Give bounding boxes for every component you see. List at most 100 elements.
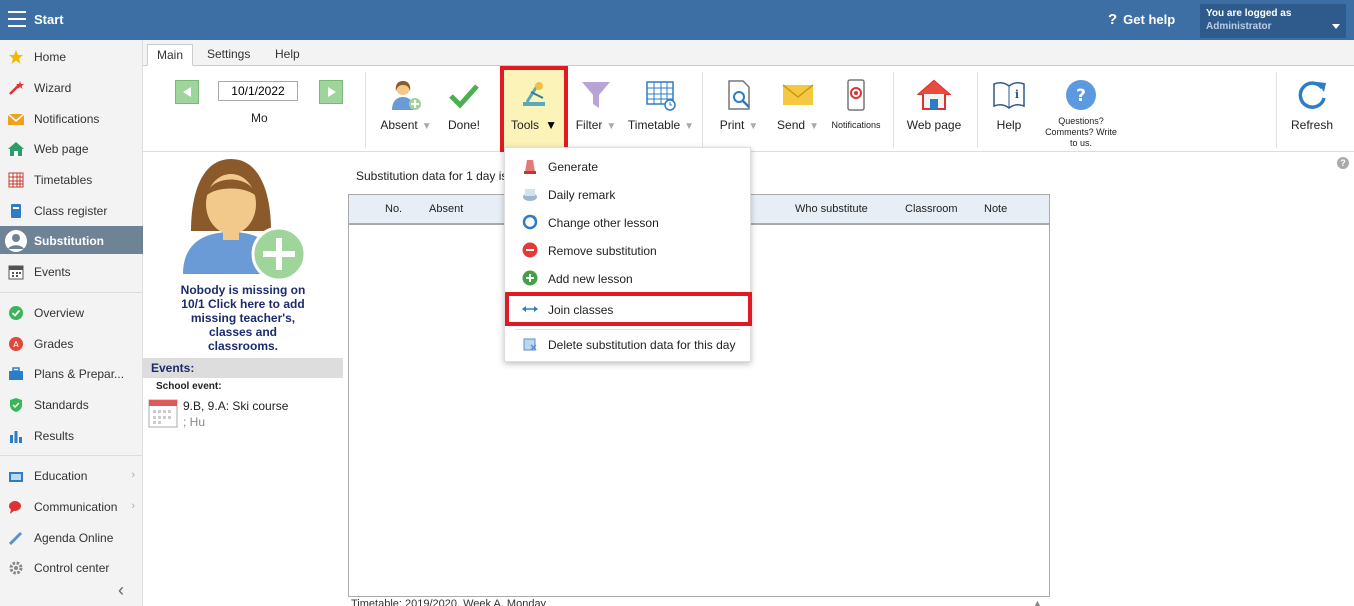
question-circle-icon: ? <box>1066 80 1096 110</box>
sidebar-item-events[interactable]: Events <box>0 257 143 285</box>
menu-item-delete-substitution-data[interactable]: Delete substitution data for this day <box>505 330 750 358</box>
get-help-label: Get help <box>1123 12 1176 27</box>
sidebar-item-wizard[interactable]: Wizard <box>0 73 143 101</box>
login-dropdown[interactable]: You are logged as Administrator <box>1200 4 1346 38</box>
print-preview-icon <box>728 80 750 110</box>
caret-down-icon <box>1332 24 1340 29</box>
column-header-note[interactable]: Note <box>984 203 1007 215</box>
date-input[interactable] <box>218 81 298 101</box>
remark-icon <box>523 189 537 201</box>
help-book-icon: i <box>993 81 1025 109</box>
sidebar-item-control-center[interactable]: Control center <box>0 553 143 581</box>
ribbon-toolbar: Mo Absent▼ Done! Tools▼ Filter▼ Timetabl… <box>143 66 1354 152</box>
menu-item-change-other-lesson[interactable]: Change other lesson <box>505 208 750 236</box>
tab-help[interactable]: Help <box>266 44 309 66</box>
hamburger-menu-icon[interactable] <box>8 11 26 27</box>
plus-circle-icon <box>522 270 538 286</box>
menu-item-label: Add new lesson <box>548 272 633 286</box>
add-missing-link[interactable]: Nobody is missing on 10/1 Click here to … <box>143 283 343 353</box>
person-icon <box>5 230 27 252</box>
send-button[interactable]: Send ▼ <box>771 72 825 144</box>
tab-settings[interactable]: Settings <box>198 44 259 66</box>
book-icon <box>11 204 21 218</box>
questions-button[interactable]: ? Questions? Comments? Write to us. <box>1041 72 1121 148</box>
dropdown-arrow-icon: ▼ <box>421 121 432 132</box>
column-header-classroom[interactable]: Classroom <box>905 203 958 215</box>
refresh-icon <box>1298 81 1326 109</box>
sidebar-item-education[interactable]: Education › <box>0 461 143 489</box>
timetable-button[interactable]: Timetable ▼ <box>625 72 697 144</box>
app-title[interactable]: Start <box>34 12 64 27</box>
help-icon[interactable]: ? <box>1337 157 1349 169</box>
scroll-up-icon[interactable]: ▲ <box>1033 598 1042 606</box>
dropdown-arrow-icon: ▼ <box>684 121 695 132</box>
sidebar-item-notifications[interactable]: Notifications <box>0 104 143 132</box>
wand-icon <box>9 81 24 95</box>
top-bar: Start ? Get help You are logged as Admini… <box>0 0 1354 40</box>
get-help-button[interactable]: ? Get help <box>1108 11 1175 28</box>
sidebar-item-label: Control center <box>34 561 110 575</box>
notifications-button[interactable]: Notifications <box>829 72 883 144</box>
sidebar-item-label: Standards <box>34 398 89 412</box>
sidebar-item-results[interactable]: Results <box>0 421 143 449</box>
tools-button[interactable]: Tools ▼ <box>504 72 564 144</box>
sidebar-item-label: Grades <box>34 337 74 351</box>
absent-label: Absent <box>380 118 418 132</box>
menu-item-add-new-lesson[interactable]: Add new lesson <box>505 264 750 292</box>
toolbar-divider <box>977 72 978 148</box>
sidebar-item-home[interactable]: Home <box>0 42 143 70</box>
sidebar-item-grades[interactable]: A Grades <box>0 329 143 357</box>
column-header-absent[interactable]: Absent <box>429 203 463 215</box>
filter-button[interactable]: Filter ▼ <box>569 72 623 144</box>
menu-item-label: Delete substitution data for this day <box>548 338 736 352</box>
sidebar-item-overview[interactable]: Overview <box>0 298 143 326</box>
menu-item-label: Daily remark <box>548 188 616 202</box>
collapse-sidebar-icon[interactable]: ‹ <box>118 580 124 601</box>
menu-item-daily-remark[interactable]: Daily remark <box>505 180 750 208</box>
absent-button[interactable]: Absent ▼ <box>375 72 437 144</box>
sidebar-item-timetables[interactable]: Timetables <box>0 165 143 193</box>
dropdown-arrow-icon: ▼ <box>606 121 617 132</box>
events-header: Events: <box>143 358 343 378</box>
menu-item-remove-substitution[interactable]: Remove substitution <box>505 236 750 264</box>
column-header-no[interactable]: No. <box>385 203 402 215</box>
sidebar-item-agenda-online[interactable]: Agenda Online <box>0 523 143 551</box>
house-icon <box>8 142 24 156</box>
sidebar-item-class-register[interactable]: Class register <box>0 196 143 224</box>
sidebar-item-label: Wizard <box>34 81 72 95</box>
sidebar-item-plans[interactable]: Plans & Prepar... <box>0 359 143 387</box>
next-day-button[interactable] <box>319 80 343 104</box>
dropdown-arrow-icon: ▼ <box>748 121 759 132</box>
refresh-button[interactable]: Refresh <box>1283 72 1341 144</box>
sidebar: Home Wizard Notifications Web page Timet… <box>0 40 143 606</box>
sidebar-item-substitution[interactable]: Substitution <box>0 226 143 254</box>
day-label: Mo <box>251 111 268 125</box>
sidebar-item-label: Timetables <box>34 173 93 187</box>
sidebar-divider <box>0 455 143 456</box>
column-header-who-substitute[interactable]: Who substitute <box>795 203 868 215</box>
svg-text:i: i <box>1015 88 1019 101</box>
menu-item-label: Remove substitution <box>548 244 657 258</box>
event-subtitle: ; Hu <box>183 415 206 429</box>
sidebar-item-standards[interactable]: Standards <box>0 390 143 418</box>
add-missing-person-icon[interactable] <box>181 156 311 281</box>
grid-icon <box>8 172 24 188</box>
web-page-button[interactable]: Web page <box>901 72 967 144</box>
previous-day-button[interactable] <box>175 80 199 104</box>
generate-icon <box>524 160 536 174</box>
sidebar-item-communication[interactable]: Communication › <box>0 492 143 520</box>
sidebar-item-label: Overview <box>34 306 85 320</box>
done-button[interactable]: Done! <box>439 72 489 144</box>
event-item[interactable]: 9.B, 9.A: Ski course ; Hu <box>183 398 333 430</box>
sidebar-item-label: Plans & Prepar... <box>34 367 125 381</box>
sidebar-item-label: Agenda Online <box>34 531 114 545</box>
toolbar-divider <box>702 72 703 148</box>
print-button[interactable]: Print ▼ <box>713 72 765 144</box>
sidebar-item-web-page[interactable]: Web page <box>0 134 143 162</box>
questions-label: Questions? Comments? Write to us. <box>1045 116 1117 148</box>
menu-item-generate[interactable]: Generate <box>505 152 750 180</box>
sidebar-item-label: Events <box>34 265 71 279</box>
sidebar-item-label: Web page <box>34 142 89 156</box>
help-button[interactable]: i Help <box>985 72 1033 144</box>
tab-main[interactable]: Main <box>147 44 194 66</box>
